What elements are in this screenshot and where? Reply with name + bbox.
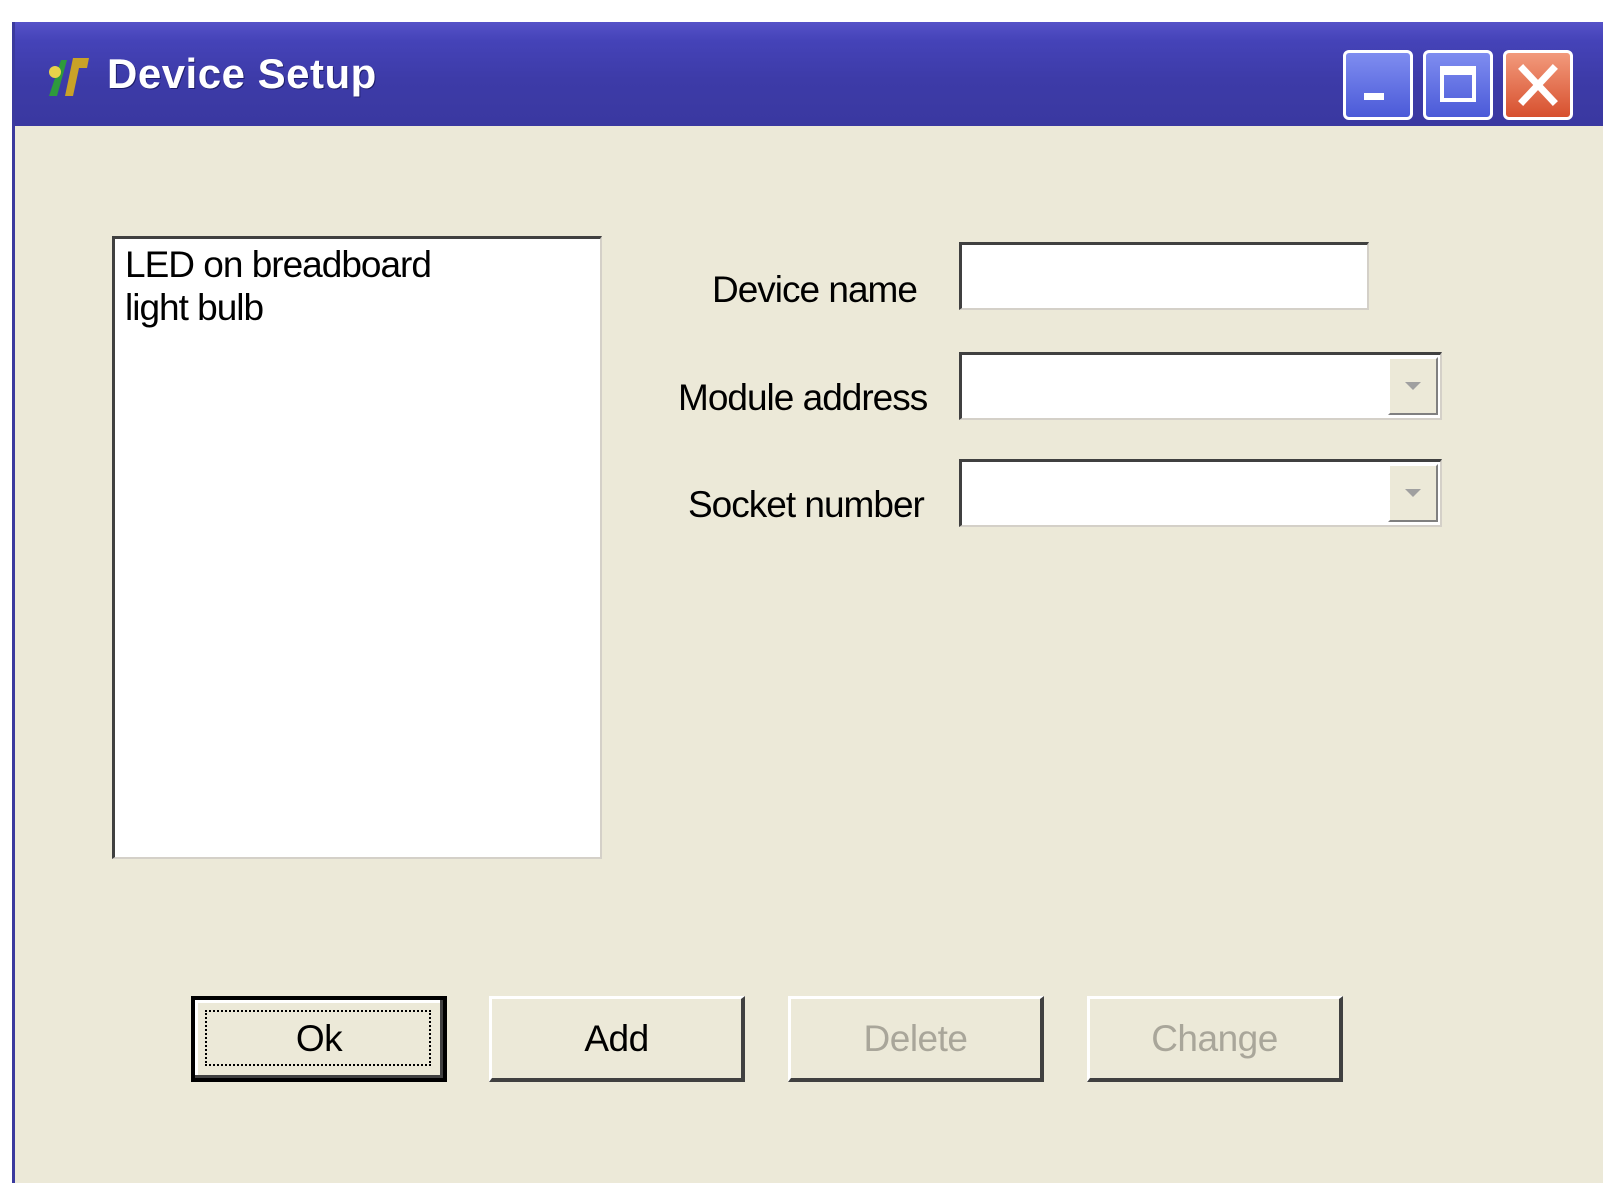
module-address-label: Module address: [678, 377, 928, 418]
focus-ring: [205, 1010, 431, 1066]
close-button[interactable]: [1503, 50, 1573, 120]
socket-number-label: Socket number: [688, 484, 925, 525]
app-icon: [49, 58, 89, 96]
device-listbox[interactable]: LED on breadboard light bulb: [112, 236, 602, 859]
ok-button[interactable]: Ok: [191, 996, 447, 1082]
socket-number-dropdown[interactable]: [959, 459, 1442, 527]
device-setup-window: Device Setup LED on breadboard light bul…: [12, 22, 1603, 1183]
module-address-dropdown[interactable]: [959, 352, 1442, 420]
window-title: Device Setup: [107, 50, 377, 97]
socket-number-dropdown-button[interactable]: [1388, 464, 1438, 522]
title-bar[interactable]: Device Setup: [15, 22, 1603, 126]
delete-button-label: Delete: [863, 1017, 968, 1059]
device-name-label: Device name: [712, 269, 918, 310]
module-address-dropdown-button[interactable]: [1388, 357, 1438, 415]
change-button-label: Change: [1151, 1017, 1278, 1059]
delete-button[interactable]: Delete: [788, 996, 1044, 1082]
add-button[interactable]: Add: [489, 996, 745, 1082]
chevron-down-icon: [1405, 382, 1421, 390]
minimize-button[interactable]: [1343, 50, 1413, 120]
chevron-down-icon: [1405, 489, 1421, 497]
minimize-icon: [1364, 93, 1384, 100]
dialog-body: LED on breadboard light bulb Device name…: [15, 126, 1603, 1183]
list-item[interactable]: light bulb: [125, 286, 590, 329]
add-button-label: Add: [584, 1017, 649, 1059]
maximize-button[interactable]: [1423, 50, 1493, 120]
device-name-field[interactable]: [959, 242, 1369, 310]
list-item[interactable]: LED on breadboard: [125, 243, 590, 286]
maximize-icon: [1440, 66, 1476, 102]
change-button[interactable]: Change: [1087, 996, 1343, 1082]
close-icon: [1518, 64, 1558, 106]
